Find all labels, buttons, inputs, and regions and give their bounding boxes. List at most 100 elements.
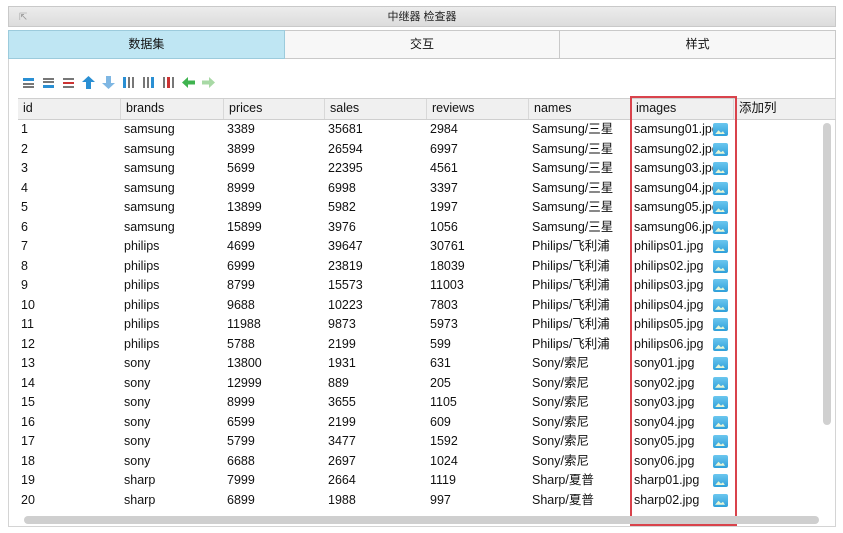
delete-column-icon[interactable] (162, 76, 175, 89)
cell-prices[interactable]: 13899 (224, 198, 325, 218)
cell-prices[interactable]: 6899 (224, 491, 325, 511)
cell-prices[interactable]: 5788 (224, 335, 325, 355)
cell-id[interactable]: 16 (18, 413, 121, 433)
cell-images[interactable]: samsung04.jpg (631, 179, 734, 199)
cell-sales[interactable]: 1988 (325, 491, 427, 511)
cell-names[interactable]: Samsung/三星 (529, 218, 631, 238)
cell-prices[interactable]: 8999 (224, 393, 325, 413)
table-row[interactable]: 7 philips 4699 39647 30761 Philips/飞利浦 philips… (18, 237, 836, 257)
cell-reviews[interactable]: 1592 (427, 432, 529, 452)
cell-sales[interactable]: 889 (325, 374, 427, 394)
image-file-icon[interactable] (713, 220, 728, 234)
cell-empty[interactable] (734, 393, 836, 413)
table-row[interactable]: 14 sony 12999 889 205 Sony/索尼 sony02.jpg (18, 374, 836, 394)
cell-names[interactable]: Sony/索尼 (529, 413, 631, 433)
cell-brands[interactable]: philips (121, 237, 224, 257)
cell-id[interactable]: 18 (18, 452, 121, 472)
cell-sales[interactable]: 6998 (325, 179, 427, 199)
cell-sales[interactable]: 3976 (325, 218, 427, 238)
cell-brands[interactable]: sony (121, 393, 224, 413)
cell-prices[interactable]: 6688 (224, 452, 325, 472)
column-header-names[interactable]: names (529, 99, 631, 119)
cell-names[interactable]: Samsung/三星 (529, 179, 631, 199)
cell-names[interactable]: Philips/飞利浦 (529, 276, 631, 296)
cell-empty[interactable] (734, 432, 836, 452)
image-file-icon[interactable] (713, 493, 728, 507)
cell-reviews[interactable]: 631 (427, 354, 529, 374)
image-file-icon[interactable] (713, 259, 728, 273)
cell-sales[interactable]: 3655 (325, 393, 427, 413)
cell-id[interactable]: 1 (18, 120, 121, 140)
cell-id[interactable]: 4 (18, 179, 121, 199)
cell-sales[interactable]: 3477 (325, 432, 427, 452)
cell-reviews[interactable]: 6997 (427, 140, 529, 160)
cell-brands[interactable]: philips (121, 335, 224, 355)
cell-images[interactable]: sharp01.jpg (631, 471, 734, 491)
cell-reviews[interactable]: 2984 (427, 120, 529, 140)
cell-reviews[interactable]: 1056 (427, 218, 529, 238)
cell-id[interactable]: 8 (18, 257, 121, 277)
cell-reviews[interactable]: 205 (427, 374, 529, 394)
cell-names[interactable]: Samsung/三星 (529, 159, 631, 179)
cell-images[interactable]: samsung01.jpg (631, 120, 734, 140)
table-row[interactable]: 13 sony 13800 1931 631 Sony/索尼 sony01.jpg (18, 354, 836, 374)
cell-reviews[interactable]: 1997 (427, 198, 529, 218)
table-row[interactable]: 15 sony 8999 3655 1105 Sony/索尼 sony03.jpg (18, 393, 836, 413)
cell-names[interactable]: Philips/飞利浦 (529, 257, 631, 277)
cell-reviews[interactable]: 11003 (427, 276, 529, 296)
cell-empty[interactable] (734, 218, 836, 238)
cell-id[interactable]: 6 (18, 218, 121, 238)
cell-empty[interactable] (734, 335, 836, 355)
cell-sales[interactable]: 9873 (325, 315, 427, 335)
cell-reviews[interactable]: 1119 (427, 471, 529, 491)
cell-images[interactable]: sony01.jpg (631, 354, 734, 374)
cell-sales[interactable]: 1931 (325, 354, 427, 374)
cell-prices[interactable]: 3899 (224, 140, 325, 160)
cell-brands[interactable]: philips (121, 257, 224, 277)
cell-reviews[interactable]: 1105 (427, 393, 529, 413)
cell-sales[interactable]: 15573 (325, 276, 427, 296)
cell-empty[interactable] (734, 159, 836, 179)
cell-prices[interactable]: 9688 (224, 296, 325, 316)
cell-names[interactable]: Sharp/夏普 (529, 491, 631, 511)
cell-names[interactable]: Samsung/三星 (529, 198, 631, 218)
image-file-icon[interactable] (713, 357, 728, 371)
cell-reviews[interactable]: 4561 (427, 159, 529, 179)
cell-images[interactable]: philips03.jpg (631, 276, 734, 296)
cell-sales[interactable]: 2664 (325, 471, 427, 491)
cell-id[interactable]: 14 (18, 374, 121, 394)
table-row[interactable]: 6 samsung 15899 3976 1056 Samsung/三星 samsung06… (18, 218, 836, 238)
cell-sales[interactable]: 2199 (325, 413, 427, 433)
table-row[interactable]: 16 sony 6599 2199 609 Sony/索尼 sony04.jpg (18, 413, 836, 433)
cell-id[interactable]: 11 (18, 315, 121, 335)
cell-names[interactable]: Sony/索尼 (529, 374, 631, 394)
image-file-icon[interactable] (713, 201, 728, 215)
cell-empty[interactable] (734, 257, 836, 277)
cell-names[interactable]: Sony/索尼 (529, 354, 631, 374)
cell-prices[interactable]: 4699 (224, 237, 325, 257)
cell-names[interactable]: Philips/飞利浦 (529, 335, 631, 355)
image-file-icon[interactable] (713, 123, 728, 137)
cell-empty[interactable] (734, 452, 836, 472)
cell-id[interactable]: 5 (18, 198, 121, 218)
cell-brands[interactable]: sharp (121, 491, 224, 511)
cell-names[interactable]: Philips/飞利浦 (529, 237, 631, 257)
insert-column-right-icon[interactable] (142, 76, 155, 89)
image-file-icon[interactable] (713, 415, 728, 429)
cell-images[interactable]: philips02.jpg (631, 257, 734, 277)
cell-images[interactable]: sony06.jpg (631, 452, 734, 472)
vertical-scrollbar[interactable] (823, 123, 831, 425)
cell-reviews[interactable]: 18039 (427, 257, 529, 277)
image-file-icon[interactable] (713, 279, 728, 293)
cell-empty[interactable] (734, 179, 836, 199)
column-header-images[interactable]: images (631, 99, 734, 119)
cell-empty[interactable] (734, 198, 836, 218)
cell-empty[interactable] (734, 296, 836, 316)
table-row[interactable]: 12 philips 5788 2199 599 Philips/飞利浦 philips06… (18, 335, 836, 355)
cell-brands[interactable]: samsung (121, 179, 224, 199)
cell-reviews[interactable]: 5973 (427, 315, 529, 335)
cell-id[interactable]: 10 (18, 296, 121, 316)
cell-prices[interactable]: 8999 (224, 179, 325, 199)
add-column-button[interactable]: 添加列 (734, 99, 836, 119)
column-header-brands[interactable]: brands (121, 99, 224, 119)
